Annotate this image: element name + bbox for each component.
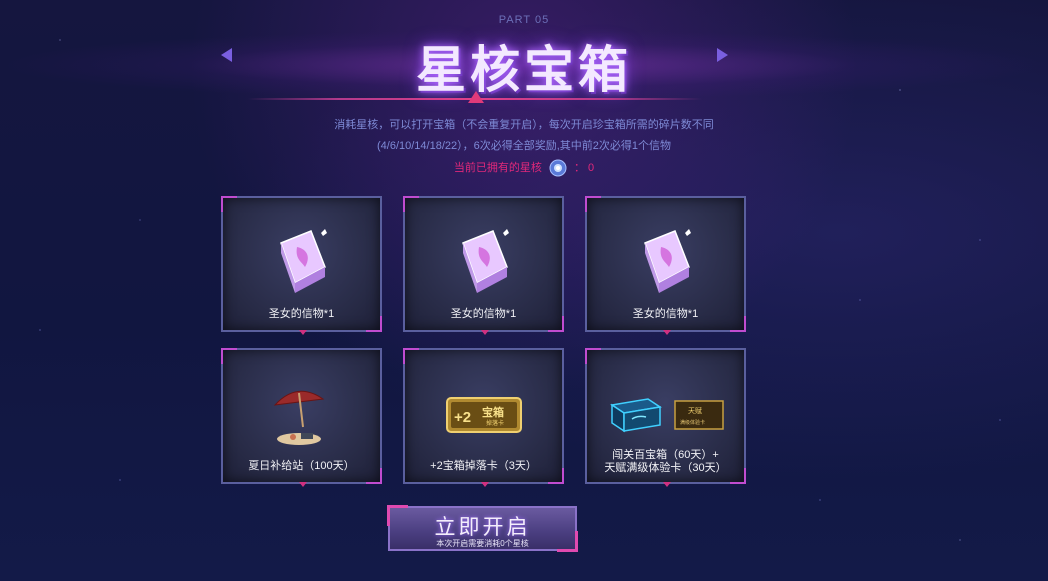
card-pip [299, 482, 307, 487]
gold-card-plus: +2 [454, 409, 471, 426]
gold-card-icon: +2 宝箱 掉落卡 [445, 397, 522, 433]
owned-separator: ： [573, 162, 585, 174]
gold-card-main: 宝箱 [482, 405, 504, 419]
talent-card-icon: 天赋 满级体验卡 [673, 400, 724, 430]
crystal-book-icon [643, 229, 691, 293]
triangle-right-icon[interactable] [717, 48, 728, 62]
reward-card[interactable]: 夏日补给站（100天） [221, 348, 382, 487]
reward-card[interactable]: +2 宝箱 掉落卡 +2宝箱掉落卡（3天） [403, 348, 564, 487]
crystal-book-icon [279, 229, 327, 293]
reward-card[interactable]: 天赋 满级体验卡 闯关百宝箱（60天）+ 天赋满级体验卡（30天） [585, 348, 746, 487]
owned-label: 当前已拥有的星核 [453, 162, 542, 174]
talent-badge-sub: 满级体验卡 [680, 419, 705, 426]
owned-star-core: 当前已拥有的星核 ： 0 [0, 159, 1048, 177]
reward-label: 夏日补给站（100天） [248, 460, 355, 472]
owned-count: 0 [588, 162, 595, 174]
reward-label: 圣女的信物*1 [268, 308, 335, 320]
open-now-sublabel: 本次开启需要消耗0个星核 [436, 539, 529, 548]
triangle-left-icon[interactable] [221, 48, 232, 62]
star-core-icon [549, 159, 567, 177]
beach-umbrella-icon [273, 390, 324, 445]
reward-label: 圣女的信物*1 [450, 308, 517, 320]
card-pip [299, 330, 307, 335]
divider-gem-icon [468, 91, 484, 103]
reward-label-line-2: 天赋满级体验卡（30天） [604, 462, 727, 474]
reward-label-line-1: 闯关百宝箱（60天）+ [612, 449, 719, 461]
page-title: 星核宝箱 [416, 42, 632, 98]
reward-label: +2宝箱掉落卡（3天） [430, 460, 537, 472]
card-pip [663, 330, 671, 335]
reward-label: 闯关百宝箱（60天）+ 天赋满级体验卡（30天） [591, 449, 740, 475]
open-now-label: 立即开启 [434, 516, 531, 539]
part-label: PART 05 [498, 14, 550, 26]
description-line-2: (4/6/10/14/18/22），6次必得全部奖励,其中前2次必得1个信物 [376, 140, 672, 152]
card-pip [663, 482, 671, 487]
treasure-box-icon [609, 398, 662, 433]
crystal-book-icon [461, 229, 509, 293]
description-line-1: 消耗星核，可以打开宝箱（不会重复开启），每次开启珍宝箱所需的碎片数不同 [334, 119, 714, 131]
open-now-button[interactable]: 立即开启 本次开启需要消耗0个星核 [387, 505, 578, 552]
reward-card[interactable]: 圣女的信物*1 [403, 196, 564, 335]
talent-badge: 天赋 [688, 407, 702, 415]
reward-card[interactable]: 圣女的信物*1 [221, 196, 382, 335]
reward-label: 圣女的信物*1 [632, 308, 699, 320]
reward-card[interactable]: 圣女的信物*1 [585, 196, 746, 335]
gold-card-sub: 掉落卡 [486, 419, 504, 427]
card-pip [481, 330, 489, 335]
card-pip [481, 482, 489, 487]
reward-grid: 圣女的信物*1 圣女的信物*1 圣女的信物*1 夏日补给站（100天） +2 宝… [221, 196, 746, 487]
